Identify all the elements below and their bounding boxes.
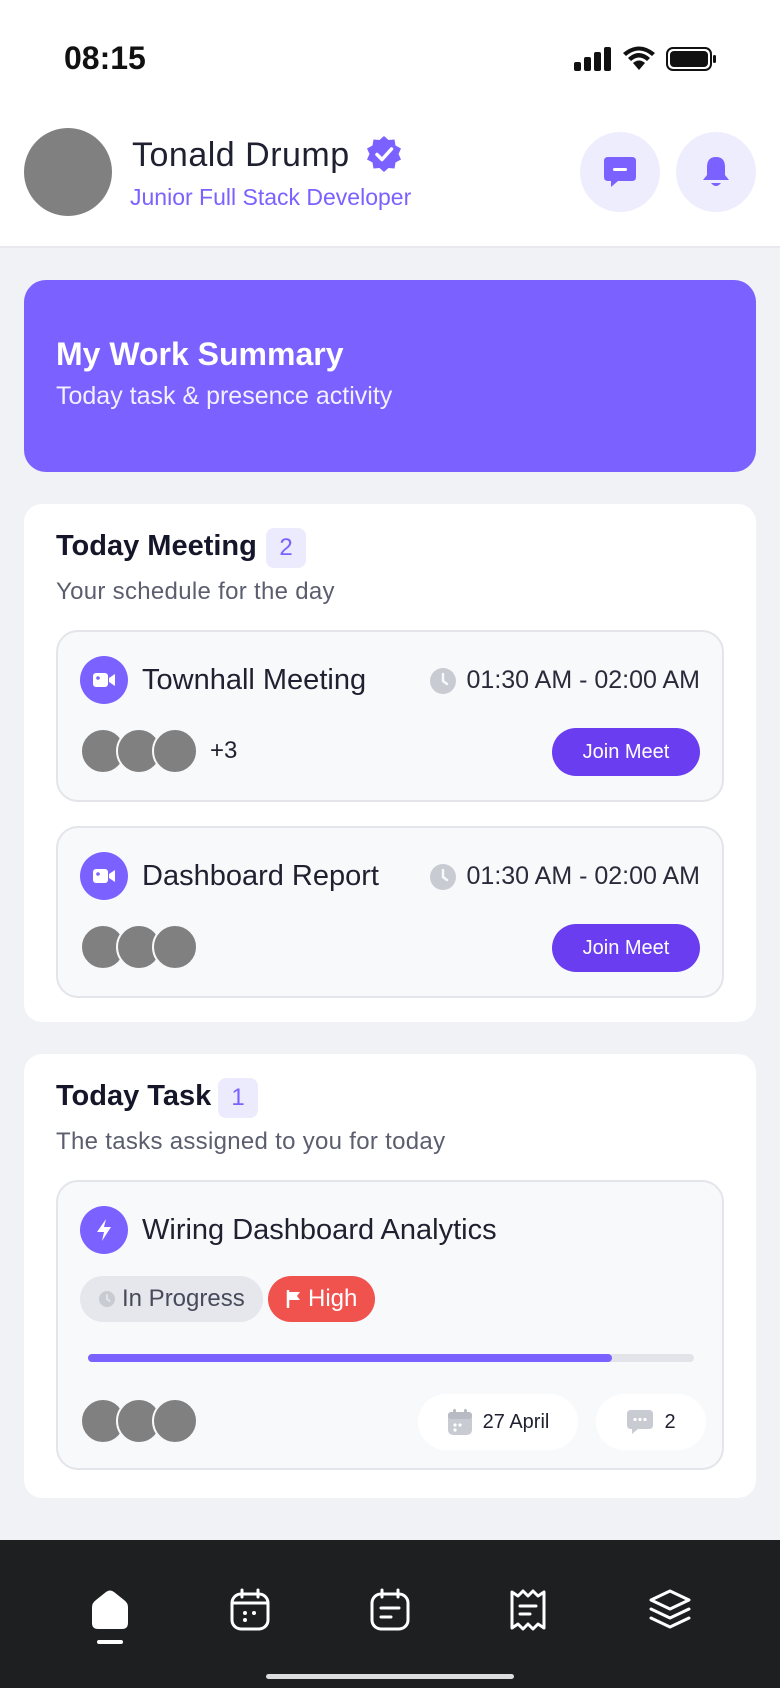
meeting-time: 01:30 AM - 02:00 AM — [429, 666, 700, 695]
video-camera-icon — [80, 656, 128, 704]
messages-button[interactable] — [580, 132, 660, 212]
nav-home[interactable] — [80, 1580, 140, 1640]
calendar-icon — [447, 1409, 472, 1435]
nav-receipt[interactable] — [498, 1580, 558, 1640]
notes-icon — [370, 1588, 410, 1631]
nav-notes[interactable] — [360, 1580, 420, 1640]
join-meet-button[interactable]: Join Meet — [552, 728, 700, 776]
user-name: Tonald Drump — [132, 136, 350, 174]
receipt-icon — [510, 1589, 546, 1631]
bell-icon — [703, 157, 729, 186]
battery-icon — [666, 47, 716, 71]
summary-title: My Work Summary — [56, 336, 344, 372]
task-progress-bar — [88, 1354, 694, 1362]
today-task-card: Today Task 1 The tasks assigned to you f… — [24, 1054, 756, 1498]
status-label: In Progress — [122, 1285, 245, 1312]
nav-calendar[interactable] — [220, 1580, 280, 1640]
meeting-time: 01:30 AM - 02:00 AM — [429, 862, 700, 891]
attendee-avatars[interactable]: +3 — [80, 728, 237, 774]
due-date: 27 April — [482, 1410, 550, 1433]
due-date-pill[interactable]: 27 April — [418, 1394, 578, 1450]
status-bar: 08:15 — [0, 0, 780, 120]
bottom-nav — [0, 1540, 780, 1688]
avatar — [152, 728, 198, 774]
clock-icon — [99, 1291, 115, 1307]
video-camera-icon — [80, 852, 128, 900]
avatar — [152, 1398, 198, 1444]
nav-layers[interactable] — [640, 1580, 700, 1640]
task-progress-fill — [88, 1354, 613, 1362]
comments-pill[interactable]: 2 — [596, 1394, 706, 1450]
meeting-count-badge: 2 — [266, 528, 306, 568]
summary-subtitle: Today task & presence activity — [56, 382, 393, 410]
calendar-icon — [230, 1588, 270, 1631]
work-summary-banner[interactable]: My Work Summary Today task & presence ac… — [24, 280, 756, 472]
assignee-avatars[interactable] — [80, 1398, 198, 1444]
signal-icon — [574, 47, 611, 71]
priority-label: High — [308, 1285, 358, 1312]
home-icon — [92, 1590, 128, 1629]
status-time: 08:15 — [64, 40, 146, 76]
meeting-title: Dashboard Report — [142, 860, 379, 892]
task-count-badge: 1 — [218, 1078, 258, 1118]
meeting-time-text: 01:30 AM - 02:00 AM — [466, 666, 700, 694]
comment-count: 2 — [664, 1410, 676, 1433]
home-indicator — [266, 1674, 514, 1679]
lightning-icon — [80, 1206, 128, 1254]
meeting-item[interactable]: Dashboard Report 01:30 AM - 02:00 AM Joi… — [56, 826, 724, 998]
status-icons — [574, 46, 718, 72]
extra-attendees-count: +3 — [210, 737, 238, 764]
user-role: Junior Full Stack Developer — [130, 184, 412, 210]
meeting-title: Townhall Meeting — [142, 664, 367, 696]
chat-icon — [604, 157, 636, 187]
active-tab-indicator — [97, 1640, 123, 1644]
priority-badge[interactable]: High — [268, 1276, 376, 1322]
clock-icon — [429, 863, 456, 890]
task-title: Wiring Dashboard Analytics — [142, 1214, 497, 1246]
meeting-section-subtitle: Your schedule for the day — [56, 578, 335, 605]
profile-header: Tonald Drump Junior Full Stack Developer — [0, 110, 780, 248]
meeting-time-text: 01:30 AM - 02:00 AM — [466, 862, 700, 890]
clock-icon — [429, 667, 456, 694]
meeting-item[interactable]: Townhall Meeting 01:30 AM - 02:00 AM +3 … — [56, 630, 724, 802]
attendee-avatars[interactable] — [80, 924, 198, 970]
meeting-section-title: Today Meeting — [56, 530, 257, 562]
today-meeting-card: Today Meeting 2 Your schedule for the da… — [24, 504, 756, 1022]
verified-badge-icon — [367, 136, 401, 172]
status-badge[interactable]: In Progress — [80, 1276, 263, 1322]
notifications-button[interactable] — [676, 132, 756, 212]
join-meet-button[interactable]: Join Meet — [552, 924, 700, 972]
avatar — [152, 924, 198, 970]
avatar[interactable] — [24, 128, 112, 216]
task-section-subtitle: The tasks assigned to you for today — [56, 1128, 446, 1155]
task-item[interactable]: Wiring Dashboard Analytics In Progress H… — [56, 1180, 724, 1470]
layers-icon — [649, 1589, 691, 1629]
comment-icon — [627, 1410, 654, 1434]
wifi-icon — [623, 46, 655, 70]
task-section-title: Today Task — [56, 1080, 212, 1112]
flag-icon — [286, 1290, 300, 1308]
